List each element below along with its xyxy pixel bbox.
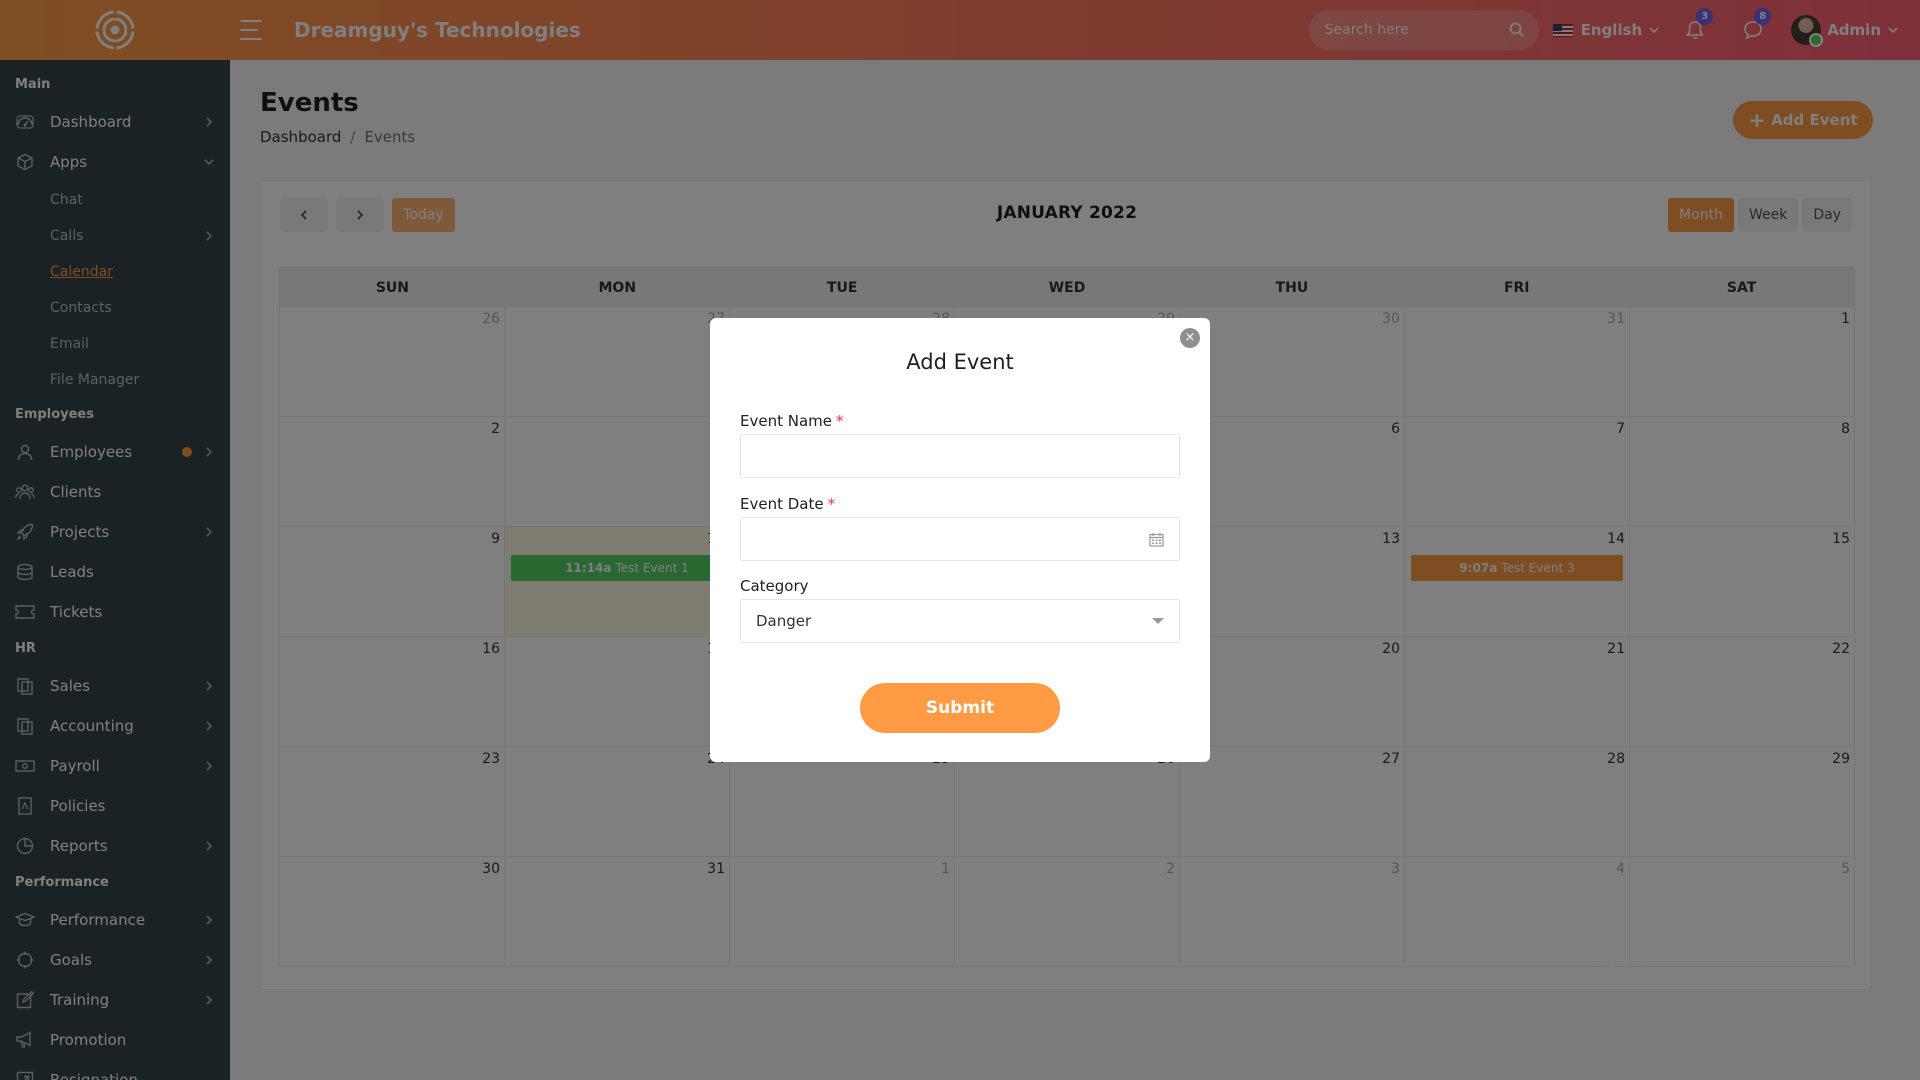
event-date-field[interactable]: [740, 517, 1180, 561]
event-date-input[interactable]: [756, 530, 1149, 548]
label-text: Event Name: [740, 412, 832, 430]
category-select[interactable]: Danger: [740, 599, 1180, 643]
calendar-icon[interactable]: [1149, 532, 1164, 547]
caret-down-icon: [1152, 618, 1164, 624]
event-name-label: Event Name *: [740, 412, 844, 430]
event-name-input[interactable]: [740, 434, 1180, 478]
required-mark: *: [827, 495, 836, 513]
close-modal-button[interactable]: ×: [1180, 328, 1200, 348]
category-selected-value: Danger: [756, 612, 812, 630]
modal-title: Add Event: [906, 350, 1014, 374]
event-date-label: Event Date *: [740, 495, 835, 513]
submit-button[interactable]: Submit: [860, 683, 1060, 733]
add-event-modal: × Add Event Event Name * Event Date * Cate…: [710, 318, 1210, 762]
label-text: Event Date: [740, 495, 824, 513]
category-label: Category: [740, 577, 809, 595]
required-mark: *: [836, 412, 844, 430]
